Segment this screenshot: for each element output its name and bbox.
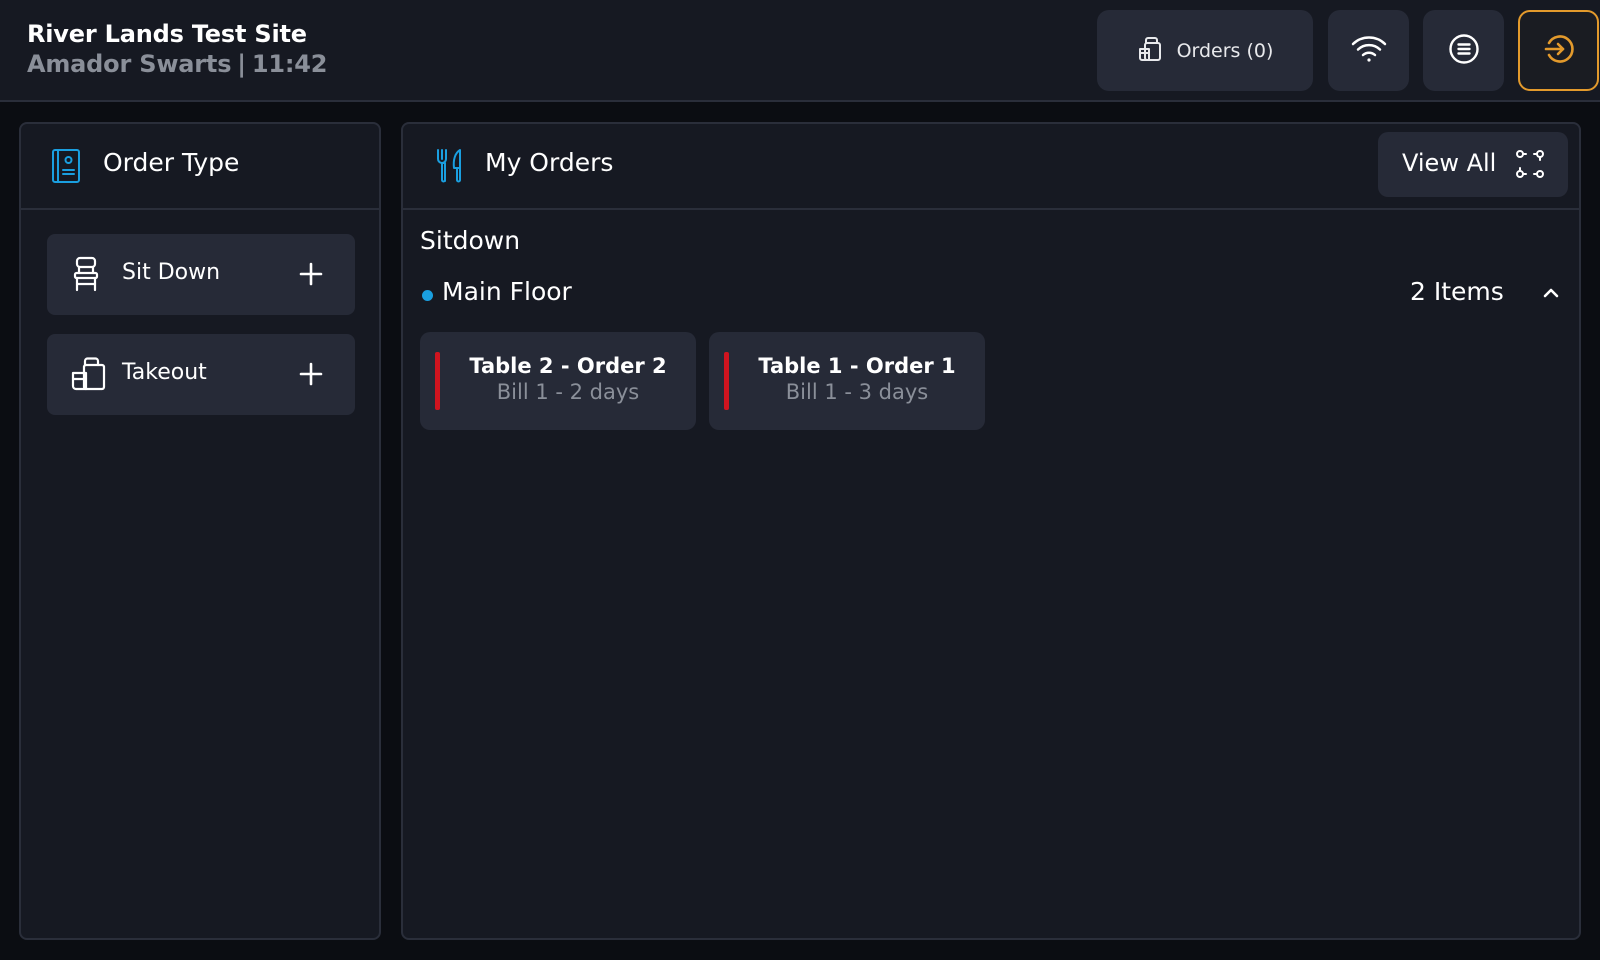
- order-card[interactable]: Table 2 - Order 2 Bill 1 - 2 days: [420, 332, 696, 430]
- order-title: Table 2 - Order 2: [469, 354, 667, 378]
- user-time-line: Amador Swarts | 11:42: [27, 50, 327, 78]
- menu-button[interactable]: [1423, 10, 1504, 91]
- section-title: Sitdown: [420, 226, 521, 255]
- clock-time: 11:42: [251, 50, 328, 78]
- wifi-icon: [1351, 34, 1387, 68]
- my-orders-header: My Orders View All: [403, 124, 1579, 210]
- floor-group-header[interactable]: Main Floor 2 Items: [420, 274, 1568, 314]
- order-card[interactable]: Table 1 - Order 1 Bill 1 - 3 days: [709, 332, 985, 430]
- view-all-label: View All: [1402, 149, 1497, 177]
- order-book-icon: [50, 148, 82, 188]
- takeout-label: Takeout: [122, 360, 207, 385]
- order-type-panel: Order Type Sit Down Takeout: [19, 122, 381, 940]
- order-subtitle: Bill 1 - 2 days: [496, 380, 640, 404]
- view-all-button[interactable]: View All: [1378, 132, 1568, 197]
- takeout-bag-icon: [1137, 35, 1165, 67]
- order-title: Table 1 - Order 1: [758, 354, 956, 378]
- fork-knife-icon: [435, 148, 465, 188]
- takeout-button[interactable]: Takeout: [47, 334, 355, 415]
- status-dot: [422, 290, 433, 301]
- order-type-header: Order Type: [21, 124, 379, 210]
- order-subtitle: Bill 1 - 3 days: [785, 380, 929, 404]
- exit-button[interactable]: [1518, 10, 1599, 91]
- menu-list-icon: [1448, 33, 1480, 69]
- my-orders-panel: My Orders View All Sitdown Main Floor 2 …: [401, 122, 1581, 940]
- chair-icon: [71, 256, 101, 296]
- orders-label: Orders (0): [1176, 39, 1274, 62]
- floor-name: Main Floor: [442, 277, 572, 306]
- site-name: River Lands Test Site: [27, 20, 307, 48]
- orders-button[interactable]: Orders (0): [1097, 10, 1313, 91]
- takeout-bag-icon: [71, 356, 107, 396]
- floor-item-count: 2 Items: [1410, 277, 1504, 306]
- top-bar: River Lands Test Site Amador Swarts | 11:4…: [0, 0, 1600, 102]
- user-name: Amador Swarts: [27, 50, 232, 78]
- plus-icon: [299, 362, 323, 390]
- my-orders-title: My Orders: [485, 148, 614, 177]
- order-type-title: Order Type: [103, 148, 240, 177]
- node-graph-icon: [1515, 149, 1545, 183]
- plus-icon: [299, 262, 323, 290]
- sit-down-label: Sit Down: [122, 260, 221, 285]
- sit-down-button[interactable]: Sit Down: [47, 234, 355, 315]
- wifi-button[interactable]: [1328, 10, 1409, 91]
- chevron-up-icon[interactable]: [1540, 282, 1562, 308]
- separator: |: [237, 50, 246, 78]
- exit-icon: [1543, 33, 1575, 69]
